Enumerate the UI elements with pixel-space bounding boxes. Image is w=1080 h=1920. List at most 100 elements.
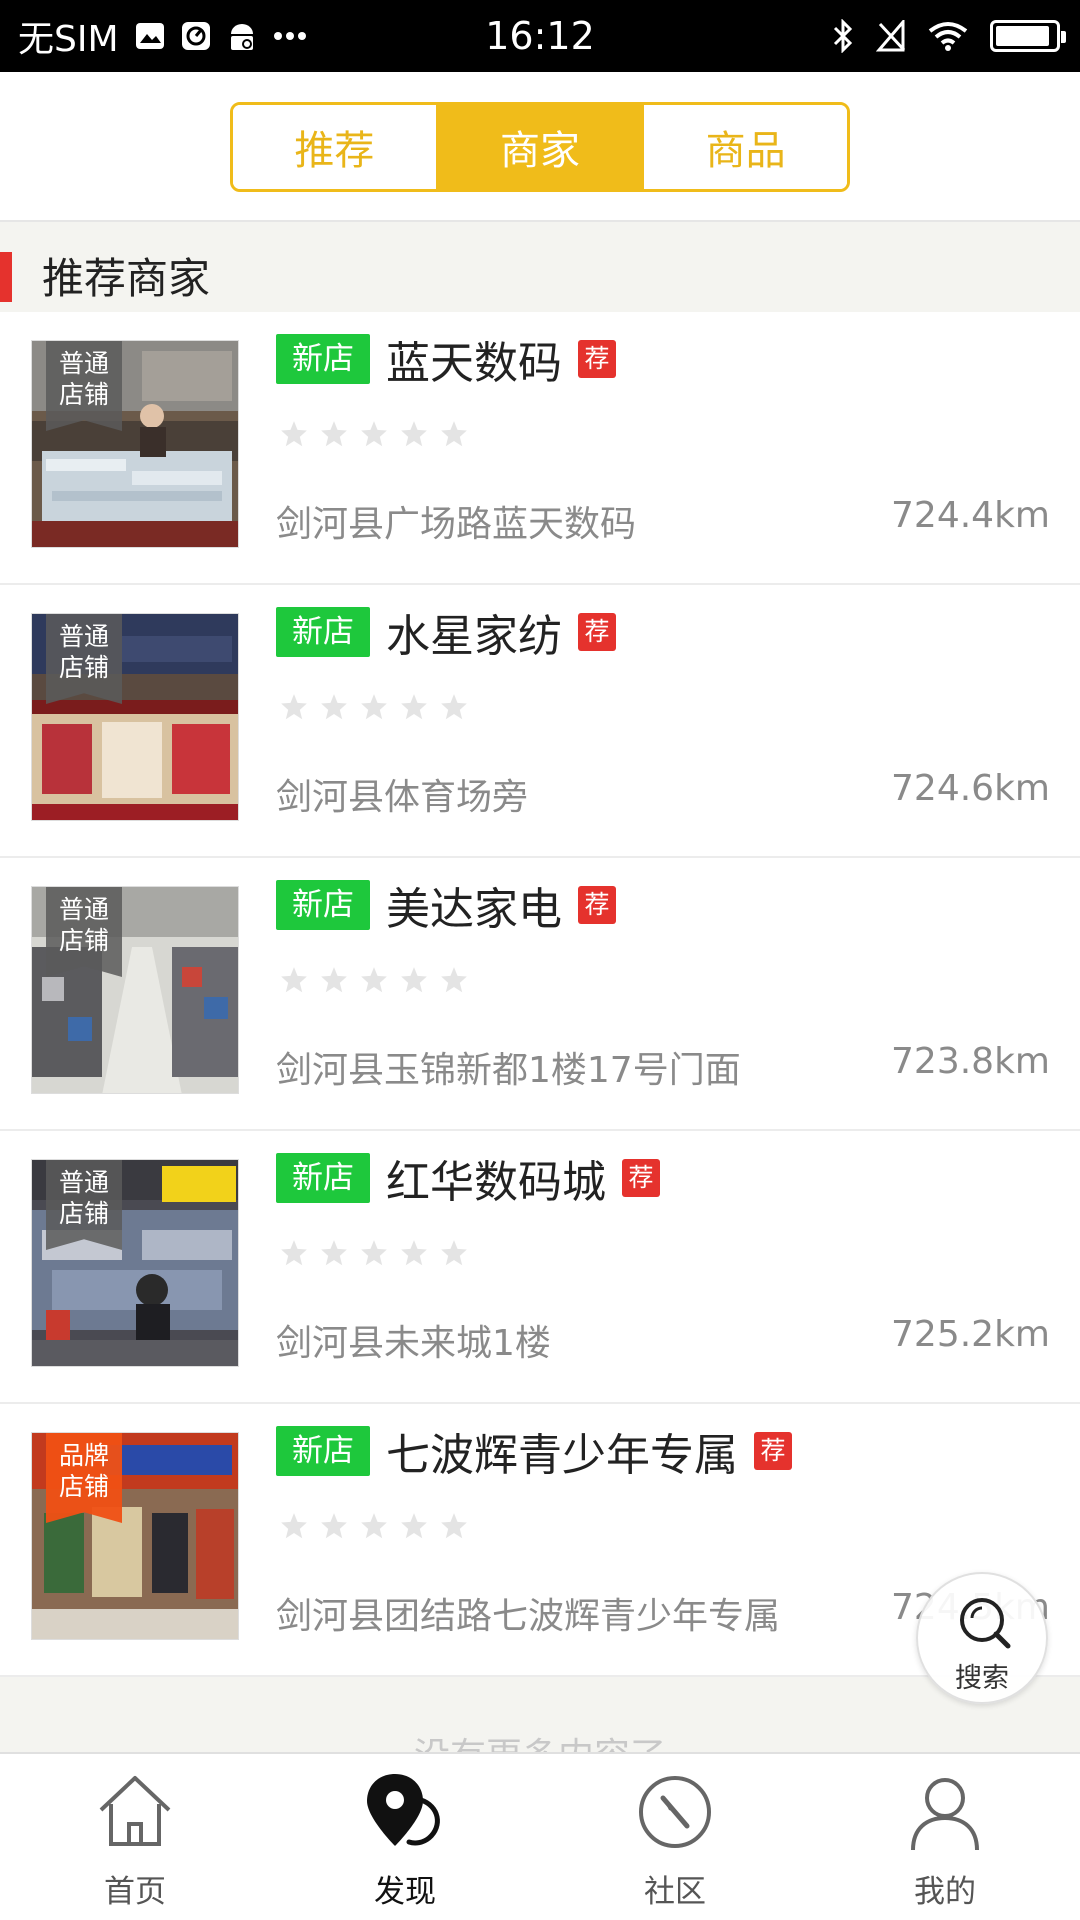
star-icon <box>281 694 307 720</box>
battery-icon <box>990 20 1066 52</box>
shop-thumbnail: 普通 店铺 <box>31 613 239 821</box>
recommended-badge: 荐 <box>754 1432 792 1470</box>
star-icon <box>401 694 427 720</box>
star-icon <box>401 421 427 447</box>
status-bar: 无SIM 16:12 <box>0 0 1080 72</box>
star-icon <box>281 421 307 447</box>
shop-name[interactable]: 美达家电 <box>386 873 562 937</box>
star-icon <box>321 1513 347 1539</box>
user-icon <box>911 1778 979 1851</box>
star-icon <box>441 1513 467 1539</box>
category-tabs: 推荐 商家 商品 <box>230 102 850 192</box>
star-icon <box>441 421 467 447</box>
nav-community[interactable]: 社区 <box>540 1754 810 1920</box>
nav-home-label: 首页 <box>104 1874 166 1910</box>
no-signal-icon <box>876 20 906 52</box>
new-shop-badge: 新店 <box>276 334 370 384</box>
shop-name[interactable]: 七波辉青少年专属 <box>386 1419 738 1483</box>
shop-item[interactable]: 普通 店铺 新店 红华数码城 荐 剑河县未来城1楼 725.2km <box>0 1131 1080 1404</box>
shop-type-ribbon: 普通 店铺 <box>46 1160 122 1250</box>
new-shop-badge: 新店 <box>276 607 370 657</box>
star-icon <box>321 694 347 720</box>
nav-discover-label: 发现 <box>374 1874 436 1910</box>
search-label: 搜索 <box>955 1663 1009 1694</box>
shop-thumbnail: 普通 店铺 <box>31 886 239 1094</box>
shop-item[interactable]: 普通 店铺 新店 美达家电 荐 剑河县玉锦新都1楼17号门面 723.8km <box>0 858 1080 1131</box>
wifi-icon <box>928 21 968 51</box>
recommended-badge: 荐 <box>578 340 616 378</box>
shop-address: 剑河县广场路蓝天数码 <box>276 504 637 545</box>
star-icon <box>281 1240 307 1266</box>
shop-type-ribbon: 普通 店铺 <box>46 614 122 704</box>
star-icon <box>321 967 347 993</box>
shop-thumbnail: 品牌 店铺 <box>31 1432 239 1640</box>
tab-recommend[interactable]: 推荐 <box>233 105 436 189</box>
top-header: 推荐 商家 商品 <box>0 72 1080 222</box>
shop-type-ribbon: 普通 店铺 <box>46 341 122 431</box>
shop-name[interactable]: 蓝天数码 <box>386 327 562 391</box>
search-icon <box>960 1598 1011 1649</box>
recommended-badge: 荐 <box>578 613 616 651</box>
star-icon <box>281 1513 307 1539</box>
shop-thumbnail: 普通 店铺 <box>31 340 239 548</box>
shop-address: 剑河县团结路七波辉青少年专属 <box>276 1596 781 1637</box>
star-icon <box>361 694 387 720</box>
recommended-badge: 荐 <box>622 1159 660 1197</box>
rating-stars <box>280 966 468 994</box>
nav-discover[interactable]: 发现 <box>270 1754 540 1920</box>
app-notification-icon <box>181 21 211 51</box>
tab-merchants[interactable]: 商家 <box>435 105 642 189</box>
recommended-badge: 荐 <box>578 886 616 924</box>
new-shop-badge: 新店 <box>276 1426 370 1476</box>
carrier-label: 无SIM <box>18 19 119 60</box>
section-accent-bar <box>0 252 12 302</box>
bluetooth-icon <box>832 19 854 53</box>
shop-list: 普通 店铺 新店 蓝天数码 荐 剑河县广场路蓝天数码 724.4km 普通 店铺… <box>0 312 1080 1677</box>
star-icon <box>441 694 467 720</box>
more-notifications-icon <box>273 31 307 41</box>
nav-home[interactable]: 首页 <box>0 1754 270 1920</box>
star-icon <box>401 1240 427 1266</box>
android-debug-icon <box>227 20 257 52</box>
new-shop-badge: 新店 <box>276 1153 370 1203</box>
tab-products[interactable]: 商品 <box>641 105 847 189</box>
shop-type-ribbon: 普通 店铺 <box>46 887 122 977</box>
star-icon <box>361 1240 387 1266</box>
floating-search-button[interactable]: 搜索 <box>916 1572 1048 1704</box>
star-icon <box>321 421 347 447</box>
star-icon <box>441 1240 467 1266</box>
shop-name[interactable]: 水星家纺 <box>386 600 562 664</box>
star-icon <box>361 967 387 993</box>
shop-address: 剑河县玉锦新都1楼17号门面 <box>276 1050 741 1091</box>
rating-stars <box>280 693 468 721</box>
star-icon <box>361 421 387 447</box>
shop-item[interactable]: 普通 店铺 新店 蓝天数码 荐 剑河县广场路蓝天数码 724.4km <box>0 312 1080 585</box>
rating-stars <box>280 1239 468 1267</box>
image-notification-icon <box>135 22 165 50</box>
shop-thumbnail: 普通 店铺 <box>31 1159 239 1367</box>
star-icon <box>321 1240 347 1266</box>
new-shop-badge: 新店 <box>276 880 370 930</box>
shop-address: 剑河县未来城1楼 <box>276 1323 551 1364</box>
nav-mine[interactable]: 我的 <box>810 1754 1080 1920</box>
shop-distance: 724.4km <box>891 495 1050 536</box>
nav-mine-label: 我的 <box>914 1874 976 1910</box>
shop-item[interactable]: 普通 店铺 新店 水星家纺 荐 剑河县体育场旁 724.6km <box>0 585 1080 858</box>
section-header: 推荐商家 <box>0 222 1080 312</box>
star-icon <box>401 967 427 993</box>
shop-address: 剑河县体育场旁 <box>276 777 529 818</box>
shop-distance: 724.6km <box>891 768 1050 809</box>
shop-distance: 725.2km <box>891 1314 1050 1355</box>
section-title: 推荐商家 <box>42 254 211 303</box>
shop-distance: 723.8km <box>891 1041 1050 1082</box>
star-icon <box>281 967 307 993</box>
rating-stars <box>280 420 468 448</box>
star-icon <box>441 967 467 993</box>
rating-stars <box>280 1512 468 1540</box>
home-icon <box>99 1776 171 1846</box>
discover-pin-icon <box>367 1774 440 1846</box>
bottom-nav: 首页 发现 社区 我的 <box>0 1752 1080 1920</box>
shop-name[interactable]: 红华数码城 <box>386 1146 606 1210</box>
star-icon <box>361 1513 387 1539</box>
shop-type-ribbon: 品牌 店铺 <box>46 1433 122 1523</box>
